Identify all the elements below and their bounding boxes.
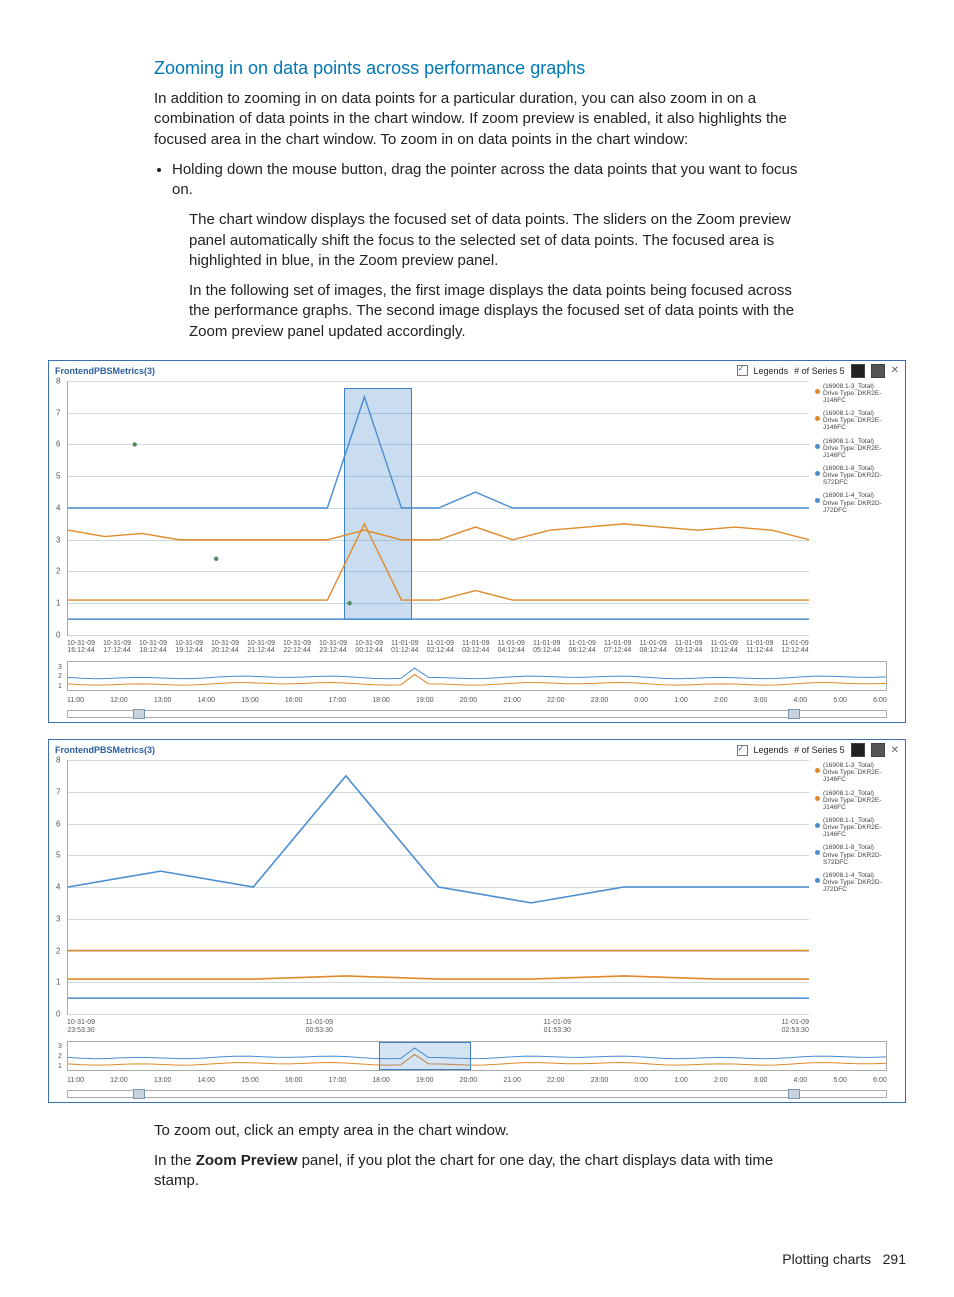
legend-checkbox[interactable]	[737, 745, 748, 756]
chart-title: FrontendPBSMetrics(3)	[55, 366, 155, 376]
zoom-preview-panel[interactable]: 321	[67, 661, 887, 691]
legend-label: Legends	[754, 366, 789, 376]
chart-x-axis: 10-31-0916:12:4410-31-0917:12:4410-31-09…	[67, 640, 809, 655]
chart-toolbar: Legends # of Series 5 ✕	[737, 364, 899, 378]
chart-plot-area[interactable]: 012345678	[67, 381, 809, 636]
intro-paragraph: In addition to zooming in on data points…	[154, 89, 800, 150]
zoom-preview-ticks: 11:0012:0013:0014:0015:0016:0017:0018:00…	[67, 697, 887, 704]
zoom-slider[interactable]	[67, 1090, 887, 1098]
footer-page-number: 291	[883, 1251, 906, 1267]
legend-checkbox[interactable]	[737, 365, 748, 376]
chart-x-axis: 10-31-0923:53:3011-01-0900:53:3011-01-09…	[67, 1019, 809, 1034]
inset-para-1: The chart window displays the focused se…	[189, 210, 800, 271]
chart-options-icon[interactable]	[851, 743, 865, 757]
bullet-1: Holding down the mouse button, drag the …	[172, 160, 800, 201]
chart-close-icon[interactable]: ✕	[891, 365, 899, 376]
legend-item[interactable]: (16908.1-3_Total)Drive Type: DKR2E-J146F…	[815, 762, 901, 783]
legend-item[interactable]: (16908.1-2_Total)Drive Type: DKR2E-J146F…	[815, 790, 901, 811]
chart-zoomed: FrontendPBSMetrics(3) Legends # of Serie…	[48, 739, 906, 1102]
legend-item[interactable]: (16908.1-4_Total)Drive Type: DKR2D-J72DF…	[815, 872, 901, 893]
preview-selection[interactable]	[379, 1042, 471, 1070]
legend-item[interactable]: (16908.1-2_Total)Drive Type: DKR2E-J146F…	[815, 410, 901, 431]
inset-para-2: In the following set of images, the firs…	[189, 281, 800, 342]
legend-item[interactable]: (16908.1-8_Total)Drive Type: DKR2D-S72DF…	[815, 465, 901, 486]
slider-handle-right[interactable]	[788, 709, 800, 719]
legend-item[interactable]: (16908.1-3_Total)Drive Type: DKR2E-J146F…	[815, 383, 901, 404]
chart-plot-area[interactable]: 012345678	[67, 760, 809, 1015]
zoom-preview-ticks: 11:0012:0013:0014:0015:0016:0017:0018:00…	[67, 1077, 887, 1084]
series-count-label: # of Series 5	[794, 366, 845, 376]
chart-close-icon[interactable]: ✕	[891, 745, 899, 756]
legend-label: Legends	[754, 745, 789, 755]
series-count-label: # of Series 5	[794, 745, 845, 755]
chart-legend: (16908.1-3_Total)Drive Type: DKR2E-J146F…	[815, 762, 901, 899]
slider-handle-left[interactable]	[133, 1089, 145, 1099]
page-footer: Plotting charts 291	[48, 1201, 906, 1267]
section-heading: Zooming in on data points across perform…	[154, 58, 800, 79]
legend-item[interactable]: (16908.1-1_Total)Drive Type: DKR2E-J146F…	[815, 817, 901, 838]
para-zoom-preview: In the Zoom Preview panel, if you plot t…	[154, 1151, 800, 1192]
zoom-slider[interactable]	[67, 710, 887, 718]
chart-full-range: FrontendPBSMetrics(3) Legends # of Serie…	[48, 360, 906, 723]
chart-title: FrontendPBSMetrics(3)	[55, 745, 155, 755]
footer-section: Plotting charts	[782, 1251, 871, 1267]
zoom-preview-panel[interactable]: 321	[67, 1041, 887, 1071]
slider-handle-right[interactable]	[788, 1089, 800, 1099]
legend-item[interactable]: (16908.1-1_Total)Drive Type: DKR2E-J146F…	[815, 438, 901, 459]
slider-handle-left[interactable]	[133, 709, 145, 719]
para-zoom-out: To zoom out, click an empty area in the …	[154, 1121, 800, 1141]
chart-toolbar: Legends # of Series 5 ✕	[737, 743, 899, 757]
chart-legend: (16908.1-3_Total)Drive Type: DKR2E-J146F…	[815, 383, 901, 520]
chart-options-icon[interactable]	[851, 364, 865, 378]
chart-save-icon[interactable]	[871, 743, 885, 757]
legend-item[interactable]: (16908.1-4_Total)Drive Type: DKR2D-J72DF…	[815, 492, 901, 513]
chart-save-icon[interactable]	[871, 364, 885, 378]
legend-item[interactable]: (16908.1-8_Total)Drive Type: DKR2D-S72DF…	[815, 844, 901, 865]
